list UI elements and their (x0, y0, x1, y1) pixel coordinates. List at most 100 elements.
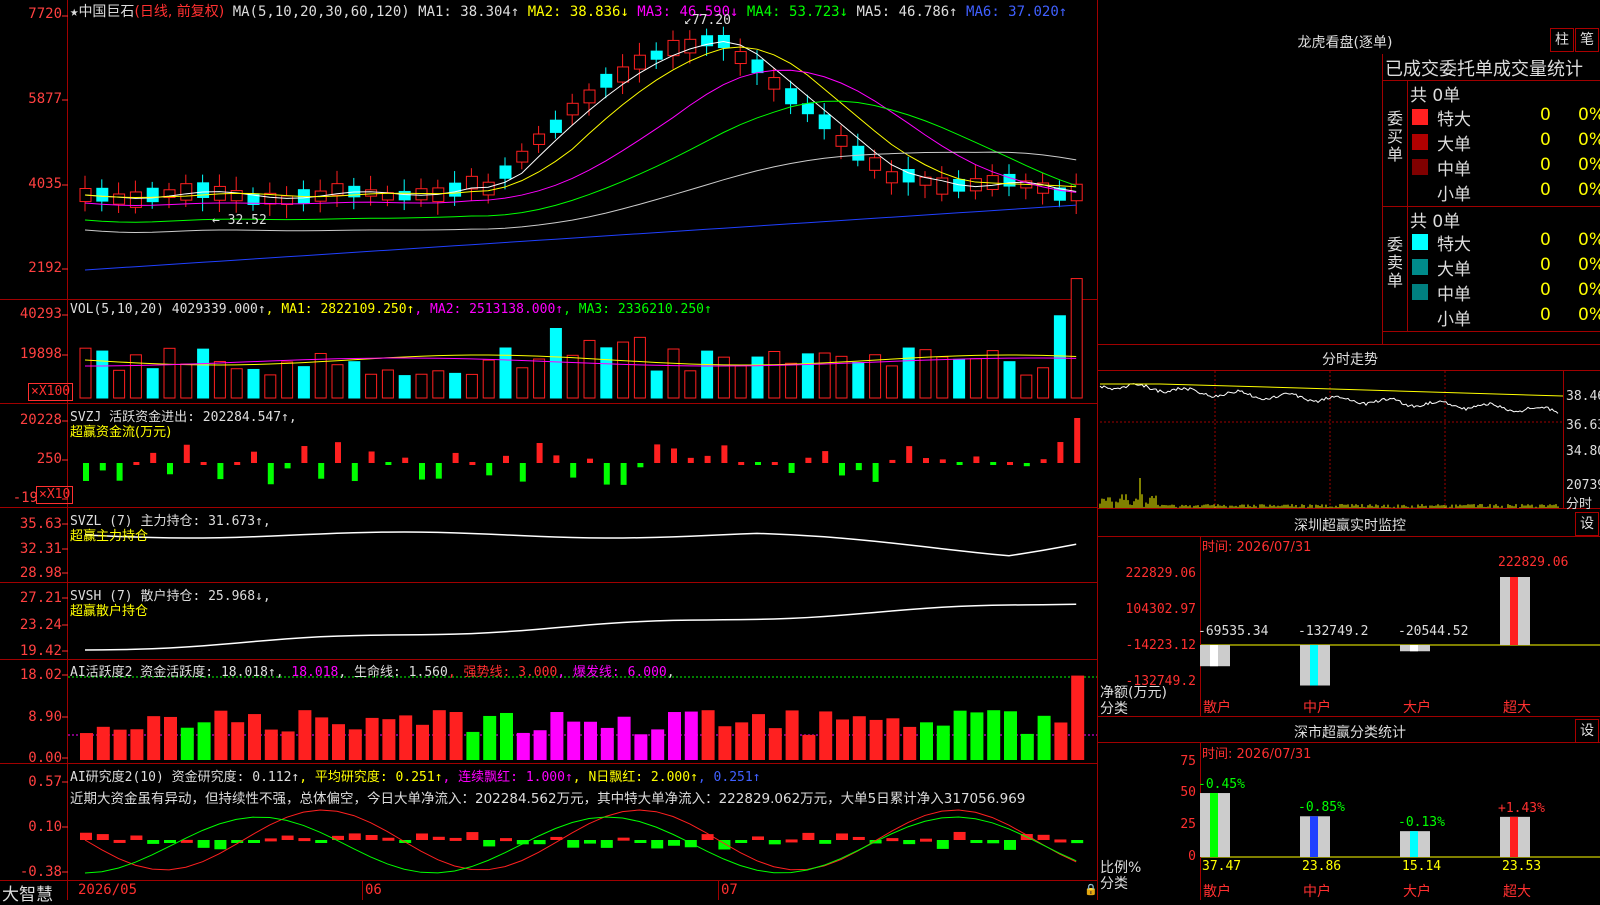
period-label[interactable]: (日线, 前复权) (134, 4, 224, 20)
research-bar (1071, 840, 1084, 844)
sz-class-change-label: -0.13% (1398, 815, 1445, 831)
activity-bar (298, 710, 312, 760)
volume-bar (129, 354, 142, 399)
fund-flow-bar (603, 463, 610, 485)
candle-body (549, 119, 562, 133)
research-avg-line (84, 816, 1077, 874)
svsh-axis-label: 23.24 (19, 617, 62, 633)
fund-flow-bar (822, 451, 829, 463)
fund-flow-bar (704, 455, 711, 463)
fund-flow-bar (620, 463, 627, 485)
volume-bar (785, 362, 798, 399)
order-size-label: 大单 (1437, 260, 1471, 280)
sz-monitor-axis-label: -14223.12 (1125, 638, 1196, 653)
candle-body (533, 133, 546, 145)
research-bar (281, 835, 294, 840)
volume-bar (297, 366, 310, 399)
volume-unit: ×X100 (28, 383, 74, 401)
candle-body (600, 73, 613, 88)
fund-flow-bar (1040, 459, 1047, 463)
fund-flow-bar (83, 463, 89, 481)
volume-bar (398, 375, 411, 399)
sz-monitor-title: 深圳超赢实时监控 (1294, 518, 1406, 534)
research-bar (197, 840, 210, 848)
sz-class-axis-label: 25 (1180, 817, 1196, 832)
sz-class-value-label: 37.47 (1202, 859, 1242, 874)
bar-mode-button[interactable]: 柱 (1550, 28, 1574, 52)
research-bar (298, 838, 311, 842)
activity-bar (432, 710, 446, 760)
sz-class-title: 深市超赢分类统计 (1294, 725, 1406, 741)
fund-flow-bar (939, 459, 946, 463)
activity-bar (214, 710, 228, 760)
sz-monitor-category: 超大 (1503, 700, 1531, 716)
sz-class-category: 中户 (1303, 884, 1331, 900)
order-size-swatch (1412, 159, 1428, 175)
volume-bar (449, 372, 462, 399)
activity-bar (80, 733, 93, 760)
fund-flow-bar (738, 462, 745, 465)
activity-bar (180, 727, 194, 760)
sz-class-change-label: -0.45% (1198, 777, 1245, 793)
research-bar (567, 840, 580, 848)
volume-bar (667, 348, 680, 399)
ai-activity-legend-item: , 爆发线: 6.000 (557, 665, 667, 680)
sell-total: 共 0单 (1410, 212, 1461, 232)
volume-bar (617, 341, 630, 399)
fund-flow-bar (570, 463, 577, 478)
volume-bar (852, 362, 865, 399)
fund-flow-bar (251, 451, 257, 463)
volume-bar (516, 367, 529, 399)
volume-legend-item: , MA3: 2336210.250↑ (563, 302, 712, 317)
svzj-axis-label: -19 (12, 490, 38, 506)
tick-mode-button[interactable]: 笔 (1575, 28, 1599, 52)
research-bar (584, 840, 596, 844)
order-count-value: 0 (1540, 105, 1551, 125)
candle-body (516, 150, 529, 163)
volume-bar (583, 339, 596, 399)
candle-body (633, 54, 646, 70)
volume-bar (533, 358, 546, 399)
activity-bar (1054, 722, 1068, 760)
ai-research-legend-item: , 连续飘红: 1.000↑ (442, 770, 573, 785)
volume-bar (549, 327, 562, 399)
ma-legend-item: MA4: 53.723↓ (738, 4, 849, 20)
volume-bar (281, 361, 294, 399)
research-bar (432, 836, 445, 840)
fund-flow-bar (351, 463, 358, 482)
activity-bar (248, 714, 261, 760)
svsh-axis-label: 27.21 (19, 590, 62, 606)
research-bar (533, 840, 546, 845)
ai-activity-axis-label: 0.00 (28, 750, 62, 766)
activity-bar (130, 729, 144, 760)
activity-bar (315, 717, 329, 760)
ma-legend-item: MA(5,10,20,30,60,120) (232, 4, 410, 20)
brand-label: 大智慧 (2, 885, 53, 905)
sz-monitor-settings-button[interactable]: 设 (1575, 512, 1599, 536)
order-percent-value: 0% (1578, 305, 1600, 325)
fund-flow-bar (368, 451, 375, 463)
volume-bar (953, 358, 966, 399)
activity-bar (920, 722, 933, 760)
fund-flow-bar (217, 463, 224, 480)
chart-canvas[interactable] (0, 0, 1600, 900)
fund-flow-bar (469, 462, 476, 465)
fund-flow-bar (435, 463, 442, 479)
order-count-value: 0 (1540, 130, 1551, 150)
candle-body (852, 145, 865, 161)
ai-research-legend: AI研究度2(10) 资金研究度: 0.112↑, 平均研究度: 0.251↑,… (70, 766, 761, 785)
research-bar (752, 836, 764, 840)
volume-bar (1053, 315, 1066, 399)
volume-bar (768, 350, 781, 399)
candle-body (617, 66, 630, 83)
date-tick: 07 (721, 882, 738, 898)
fund-flow-bar (503, 455, 509, 463)
candle-body (146, 187, 159, 203)
volume-bar (465, 373, 478, 399)
volume-bar (869, 354, 882, 399)
sz-class-settings-button[interactable]: 设 (1575, 719, 1599, 743)
ai-activity-legend-item: , 生命线: 1.560 (338, 665, 448, 680)
activity-bar (903, 726, 917, 760)
lock-icon[interactable]: 🔒 (1084, 883, 1098, 896)
research-bar (315, 840, 328, 843)
